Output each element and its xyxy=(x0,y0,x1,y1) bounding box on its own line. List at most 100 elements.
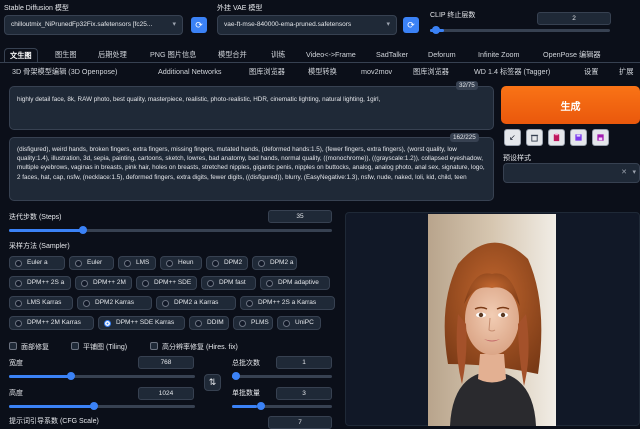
clip-slider-knob[interactable] xyxy=(432,26,440,34)
style-save-icon[interactable] xyxy=(570,129,587,146)
tab-gallery-browser[interactable]: 图库浏览器 xyxy=(249,67,285,77)
sampler-option[interactable]: DPM2 Karras xyxy=(77,296,152,310)
hires-fix-checkbox[interactable]: 高分辨率修复 (Hires. fix) xyxy=(150,342,238,352)
height-slider[interactable] xyxy=(9,402,195,410)
sampler-option-label: DPM++ SDE Karras xyxy=(116,319,175,326)
tab-additional-networks[interactable]: Additional Networks xyxy=(158,67,222,76)
sampler-option[interactable]: PLMS xyxy=(233,316,273,330)
clip-value-input[interactable]: 2 xyxy=(537,12,611,25)
steps-slider[interactable] xyxy=(9,226,332,234)
tab-merge[interactable]: 模型合并 xyxy=(218,50,247,60)
sampler-option[interactable]: DPM2 a Karras xyxy=(156,296,236,310)
sampler-option-label: DPM++ SDE xyxy=(154,279,192,286)
generated-portrait-image[interactable] xyxy=(428,214,556,426)
tab-infinite-zoom[interactable]: Infinite Zoom xyxy=(478,50,520,59)
trash-icon[interactable] xyxy=(526,129,543,146)
negative-token-counter: 162/225 xyxy=(450,133,479,142)
vae-select[interactable]: vae-ft-mse-840000-ema-pruned.safetensors… xyxy=(217,15,397,35)
prompt-textarea[interactable]: highly detail face, 8k, RAW photo, best … xyxy=(9,86,494,130)
sampler-option[interactable]: DPM++ SDE xyxy=(136,276,197,290)
tab-model-convert[interactable]: 模型转换 xyxy=(308,67,337,77)
chevron-down-icon: ▾ xyxy=(172,21,176,28)
width-slider-knob[interactable] xyxy=(67,372,75,380)
sampler-option[interactable]: DPM2 xyxy=(206,256,248,270)
arrow-icon[interactable]: ↙ xyxy=(504,129,521,146)
tab-deforum[interactable]: Deforum xyxy=(428,50,456,59)
tab-wd-tagger[interactable]: WD 1.4 标签器 (Tagger) xyxy=(474,67,550,77)
width-slider[interactable] xyxy=(9,372,195,380)
tab-img2img[interactable]: 图生图 xyxy=(55,50,77,60)
batch-count-slider-knob[interactable] xyxy=(232,372,240,380)
sampler-option[interactable]: LMS Karras xyxy=(9,296,73,310)
tab-extras[interactable]: 后期处理 xyxy=(98,50,127,60)
cfg-input[interactable]: 7 xyxy=(268,416,332,429)
tab-extensions[interactable]: 扩展 xyxy=(619,67,633,77)
tab-video-frame[interactable]: Video<->Frame xyxy=(306,50,356,59)
negative-prompt-textarea[interactable]: (disfigured), weird hands, broken finger… xyxy=(9,137,494,201)
sampler-option[interactable]: UniPC xyxy=(277,316,321,330)
batch-size-slider-fill xyxy=(232,405,257,408)
height-input[interactable]: 1024 xyxy=(138,387,194,400)
steps-slider-knob[interactable] xyxy=(79,226,87,234)
sampler-option[interactable]: DPM fast xyxy=(201,276,256,290)
paste-icon[interactable] xyxy=(548,129,565,146)
width-input[interactable]: 768 xyxy=(138,356,194,369)
styles-select[interactable]: ✕ ▾ xyxy=(503,163,640,183)
style-apply-icon[interactable] xyxy=(592,129,609,146)
sampler-option-label: DPM adaptive xyxy=(278,279,319,286)
sampler-option-label: Euler a xyxy=(27,259,48,266)
sampler-option[interactable]: DPM++ 2S a xyxy=(9,276,71,290)
refresh-vae-icon[interactable]: ⟳ xyxy=(403,17,419,33)
face-restore-checkbox[interactable]: 面部修复 xyxy=(9,342,49,352)
sampler-option-label: DPM2 a Karras xyxy=(174,299,219,306)
sampler-option[interactable]: DPM++ 2M Karras xyxy=(9,316,94,330)
sd-model-select[interactable]: chilloutmix_NiPrunedFp32Fix.safetensors … xyxy=(4,15,183,35)
sampler-option[interactable]: Heun xyxy=(160,256,202,270)
generate-button[interactable]: 生成 xyxy=(501,86,640,124)
hires-fix-label: 高分辨率修复 (Hires. fix) xyxy=(162,344,238,351)
tab-mov2mov[interactable]: mov2mov xyxy=(361,67,392,76)
sampler-option[interactable]: DPM adaptive xyxy=(260,276,330,290)
tiling-label: 平铺图 (Tiling) xyxy=(83,344,128,351)
tab-settings[interactable]: 设置 xyxy=(584,67,598,77)
batch-size-slider[interactable] xyxy=(232,402,332,410)
swap-dimensions-icon[interactable]: ⇅ xyxy=(204,374,221,391)
sampler-option-label: DPM fast xyxy=(219,279,246,286)
batch-size-slider-knob[interactable] xyxy=(257,402,265,410)
sampler-option[interactable]: DDIM xyxy=(189,316,229,330)
extension-tabs: 3D 骨架模型编辑 (3D Openpose) Additional Netwo… xyxy=(0,67,640,79)
sampler-option[interactable]: DPM++ 2M xyxy=(75,276,132,290)
tab-3d-openpose[interactable]: 3D 骨架模型编辑 (3D Openpose) xyxy=(12,67,117,77)
radio-dot xyxy=(258,259,265,267)
tab-txt2img[interactable]: 文生图 xyxy=(4,48,38,63)
tab-openpose-editor[interactable]: OpenPose 编辑器 xyxy=(543,50,601,60)
radio-dot xyxy=(15,319,22,327)
clear-icon[interactable]: ✕ xyxy=(621,164,627,182)
sampler-option[interactable]: DPM2 a xyxy=(252,256,297,270)
clip-slider[interactable] xyxy=(430,26,610,34)
sampler-option-label: DPM++ 2S a xyxy=(27,279,65,286)
sampler-option-label: PLMS xyxy=(251,319,269,326)
height-label: 高度 xyxy=(9,390,23,397)
radio-dot xyxy=(15,279,22,287)
refresh-models-icon[interactable]: ⟳ xyxy=(191,17,207,33)
sd-model-value: chilloutmix_NiPrunedFp32Fix.safetensors … xyxy=(11,21,153,28)
sampler-option[interactable]: LMS xyxy=(118,256,156,270)
sampler-option[interactable]: Euler xyxy=(69,256,114,270)
batch-count-input[interactable]: 1 xyxy=(276,356,332,369)
sampler-option[interactable]: Euler a xyxy=(9,256,65,270)
steps-label: 迭代步数 (Steps) xyxy=(9,214,62,221)
sampler-option[interactable]: DPM++ SDE Karras xyxy=(98,316,185,330)
radio-dot xyxy=(195,319,202,327)
steps-input[interactable]: 35 xyxy=(268,210,332,223)
tab-gallery-browser-2[interactable]: 图库浏览器 xyxy=(413,67,449,77)
batch-size-input[interactable]: 3 xyxy=(276,387,332,400)
height-slider-knob[interactable] xyxy=(90,402,98,410)
batch-count-slider[interactable] xyxy=(232,372,332,380)
tab-png-info[interactable]: PNG 图片信息 xyxy=(150,50,196,60)
clip-label: CLIP 终止层数 xyxy=(430,12,476,19)
tab-train[interactable]: 训练 xyxy=(271,50,285,60)
sampler-option[interactable]: DPM++ 2S a Karras xyxy=(240,296,335,310)
tab-sadtalker[interactable]: SadTalker xyxy=(376,50,408,59)
tiling-checkbox[interactable]: 平铺图 (Tiling) xyxy=(71,342,127,352)
